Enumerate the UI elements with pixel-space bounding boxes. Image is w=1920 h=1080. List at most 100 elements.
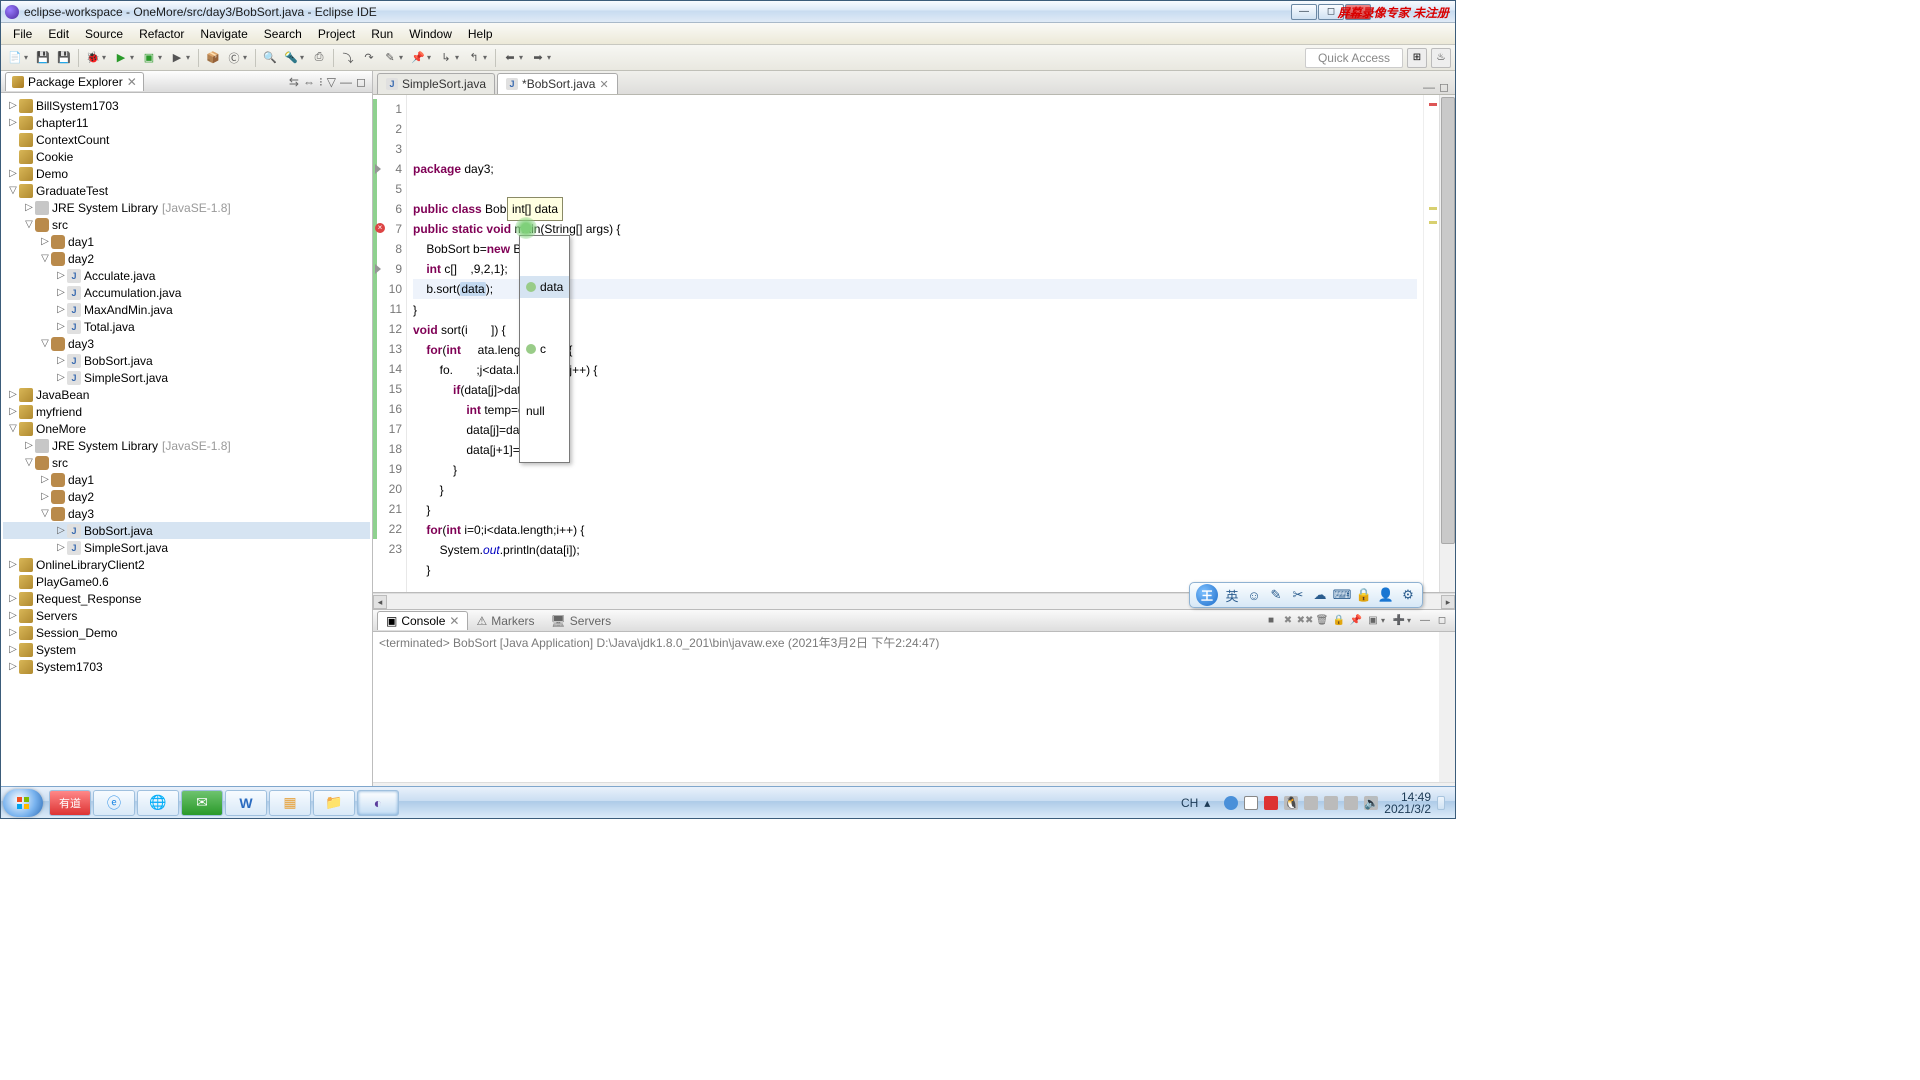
tree-item[interactable]: ▽day3 [3,505,370,522]
tree-item[interactable]: ▷Total.java [3,318,370,335]
menu-refactor[interactable]: Refactor [131,25,192,43]
run-button[interactable]: ▶ [111,48,131,68]
ime-keyboard-icon[interactable]: ⌨ [1334,587,1350,603]
console-open-icon[interactable]: ➕ [1392,614,1406,628]
toggle-mark-dropdown[interactable]: ▾ [399,53,407,62]
tree-item[interactable]: Cookie [3,148,370,165]
tree-item[interactable]: ▽OneMore [3,420,370,437]
tree-item[interactable]: ▷BillSystem1703 [3,97,370,114]
pin-button[interactable]: 📌 [408,48,428,68]
autocomplete-popup[interactable]: data c null [519,235,570,463]
tree-item[interactable]: ▷Acculate.java [3,267,370,284]
expand-icon[interactable]: ▷ [7,168,19,179]
autocomplete-item[interactable]: data [520,276,569,298]
editor-minimize-icon[interactable]: — [1423,80,1435,94]
expand-icon[interactable]: ▷ [55,372,67,383]
scroll-left-icon[interactable]: ◂ [373,595,387,609]
taskbar-chrome[interactable]: 🌐 [137,790,179,816]
expand-icon[interactable]: ▷ [23,440,35,451]
focus-icon[interactable]: ⁝ [319,75,323,89]
ime-lock-icon[interactable]: 🔒 [1356,587,1372,603]
code-line[interactable]: package day3; [413,159,1417,179]
expand-icon[interactable]: ▷ [23,202,35,213]
tree-item[interactable]: ▷JRE System Library[JavaSE-1.8] [3,437,370,454]
save-button[interactable]: 💾 [33,48,53,68]
search-button[interactable]: 🔦 [281,48,301,68]
tree-item[interactable]: ▽GraduateTest [3,182,370,199]
error-marker-icon[interactable]: × [375,223,385,233]
console-output[interactable]: <terminated> BobSort [Java Application] … [373,632,1455,782]
taskbar-app1[interactable]: ▦ [269,790,311,816]
autocomplete-item[interactable]: null [520,400,569,422]
tree-item[interactable]: ▷myfriend [3,403,370,420]
tree-item[interactable]: PlayGame0.6 [3,573,370,590]
editor-tab-simplesort[interactable]: SimpleSort.java [377,73,495,94]
tree-item[interactable]: ▷day1 [3,233,370,250]
expand-icon[interactable]: ▷ [7,661,19,672]
tree-item[interactable]: ▷JRE System Library[JavaSE-1.8] [3,199,370,216]
expand-icon[interactable]: ▷ [7,389,19,400]
ime-cloud-icon[interactable]: ☁ [1312,587,1328,603]
code-line[interactable]: } [413,500,1417,520]
console-remove-all-icon[interactable]: ✖✖ [1298,614,1312,628]
menu-edit[interactable]: Edit [40,25,77,43]
editor-vertical-scrollbar[interactable] [1439,95,1455,592]
taskbar-ie[interactable]: ⓔ [93,790,135,816]
expand-icon[interactable]: ▽ [39,508,51,519]
expand-icon[interactable]: ▽ [23,457,35,468]
expand-icon[interactable]: ▷ [7,644,19,655]
tree-item[interactable]: ▷SimpleSort.java [3,539,370,556]
fold-icon[interactable] [375,264,381,274]
console-display-dropdown[interactable]: ▾ [1381,616,1389,625]
editor-body[interactable]: 1234567×891011121314151617181920212223 p… [373,95,1455,593]
tree-item[interactable]: ▷Accumulation.java [3,284,370,301]
debug-button[interactable]: 🐞 [83,48,103,68]
package-explorer-close-icon[interactable]: ✕ [127,75,137,89]
new-package-button[interactable]: 📦 [203,48,223,68]
menu-help[interactable]: Help [460,25,501,43]
ime-person-icon[interactable]: 👤 [1378,587,1394,603]
tree-item[interactable]: ▷Demo [3,165,370,182]
back-button[interactable]: ⬅ [500,48,520,68]
code-area[interactable]: package day3; public class BobSort {publ… [407,95,1423,592]
open-perspective-button[interactable]: ⊞ [1407,48,1427,68]
save-all-button[interactable]: 💾 [54,48,74,68]
tree-item[interactable]: ▷Session_Demo [3,624,370,641]
code-line[interactable] [413,179,1417,199]
java-perspective-button[interactable]: ♨ [1431,48,1451,68]
menu-navigate[interactable]: Navigate [192,25,255,43]
code-line[interactable]: public class BobSort { [413,199,1417,219]
tree-item[interactable]: ▷BobSort.java [3,352,370,369]
expand-icon[interactable]: ▽ [23,219,35,230]
tree-item[interactable]: ▽src [3,216,370,233]
menu-search[interactable]: Search [256,25,310,43]
fold-icon[interactable] [375,164,381,174]
tree-item[interactable]: ▷day1 [3,471,370,488]
coverage-dropdown[interactable]: ▾ [158,53,166,62]
new-class-button[interactable]: Ⓒ [224,48,244,68]
markers-tab[interactable]: ⚠ Markers [468,612,542,630]
tree-item[interactable]: ▷JavaBean [3,386,370,403]
overview-ruler[interactable] [1423,95,1439,592]
console-clear-icon[interactable]: 🗑 [1315,614,1329,628]
prev-ann-button[interactable]: ↰ [464,48,484,68]
editor-tab-bobsort[interactable]: *BobSort.java ✕ [497,73,618,94]
expand-icon[interactable]: ▷ [55,542,67,553]
console-scroll-lock-icon[interactable]: 🔒 [1332,614,1346,628]
taskbar-wps[interactable]: W [225,790,267,816]
console-terminate-icon[interactable]: ■ [1264,614,1278,628]
tree-item[interactable]: ▷day2 [3,488,370,505]
prev-ann-dropdown[interactable]: ▾ [483,53,491,62]
tray-action-center-icon[interactable] [1244,796,1258,810]
expand-icon[interactable]: ▷ [55,321,67,332]
expand-icon[interactable]: ▷ [39,474,51,485]
tree-item[interactable]: ▷SimpleSort.java [3,369,370,386]
tree-item[interactable]: ▷Servers [3,607,370,624]
tree-item[interactable]: ▷System [3,641,370,658]
skip-button[interactable]: ⤵ [338,48,358,68]
view-menu-icon[interactable]: ▽ [327,75,336,89]
new-type-dropdown[interactable]: ▾ [243,53,251,62]
tree-item[interactable]: ▷OnlineLibraryClient2 [3,556,370,573]
tree-item[interactable]: ContextCount [3,131,370,148]
pin-dropdown[interactable]: ▾ [427,53,435,62]
